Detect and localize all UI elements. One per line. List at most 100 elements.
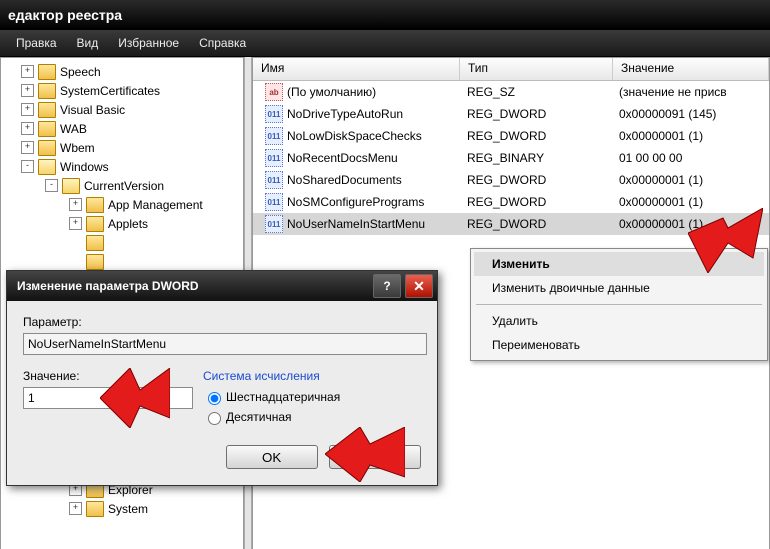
value-data: 0x00000001 (1): [611, 195, 769, 209]
folder-icon: [38, 140, 56, 156]
value-type: REG_DWORD: [459, 217, 611, 231]
tree-item[interactable]: [1, 252, 243, 271]
folder-icon: [86, 501, 104, 517]
tree-item[interactable]: - Windows: [1, 157, 243, 176]
tree-item[interactable]: [1, 233, 243, 252]
expand-icon[interactable]: +: [21, 84, 34, 97]
tree-item[interactable]: +SystemCertificates: [1, 81, 243, 100]
list-row[interactable]: 011NoDriveTypeAutoRunREG_DWORD0x00000091…: [253, 103, 769, 125]
tree-label: CurrentVersion: [84, 179, 164, 193]
value-name: NoSMConfigurePrograms: [287, 195, 424, 209]
expand-icon[interactable]: -: [45, 179, 58, 192]
value-name: (По умолчанию): [287, 85, 376, 99]
binary-value-icon: 011: [265, 127, 283, 145]
folder-icon: [62, 178, 80, 194]
tree-item[interactable]: +WAB: [1, 119, 243, 138]
folder-icon: [38, 121, 56, 137]
binary-value-icon: 011: [265, 171, 283, 189]
folder-icon: [38, 102, 56, 118]
menu-edit[interactable]: Правка: [6, 32, 67, 54]
dialog-title: Изменение параметра DWORD: [17, 279, 199, 293]
value-type: REG_BINARY: [459, 151, 611, 165]
context-menu: Изменить Изменить двоичные данные Удалит…: [470, 248, 768, 361]
tree-item[interactable]: +App Management: [1, 195, 243, 214]
ctx-modify-binary[interactable]: Изменить двоичные данные: [474, 276, 764, 300]
menu-view[interactable]: Вид: [67, 32, 109, 54]
edit-dword-dialog: Изменение параметра DWORD ? ✕ Параметр: …: [6, 270, 438, 486]
value-input[interactable]: 1: [23, 387, 193, 409]
ctx-modify[interactable]: Изменить: [474, 252, 764, 276]
binary-value-icon: 011: [265, 193, 283, 211]
window-titlebar: едактор реестра: [0, 0, 770, 30]
string-value-icon: ab: [265, 83, 283, 101]
menu-favorites[interactable]: Избранное: [108, 32, 189, 54]
tree-item[interactable]: + Wbem: [1, 138, 243, 157]
radix-hex-radio[interactable]: [208, 392, 221, 405]
folder-icon: [86, 235, 104, 251]
folder-icon: [38, 64, 56, 80]
tree-item[interactable]: + Visual Basic: [1, 100, 243, 119]
list-row[interactable]: 011NoUserNameInStartMenuREG_DWORD0x00000…: [253, 213, 769, 235]
ctx-separator: [476, 304, 762, 305]
value-type: REG_DWORD: [459, 129, 611, 143]
list-row[interactable]: 011 NoSMConfigurePrograms REG_DWORD0x00000…: [253, 191, 769, 213]
tree-item[interactable]: - CurrentVersion: [1, 176, 243, 195]
tree-label: Windows: [60, 160, 109, 174]
folder-icon: [38, 83, 56, 99]
help-button[interactable]: ?: [373, 274, 401, 298]
ctx-rename[interactable]: Переименовать: [474, 333, 764, 357]
binary-value-icon: 011: [265, 215, 283, 233]
folder-icon: [38, 159, 56, 175]
col-name[interactable]: Имя: [253, 58, 460, 80]
list-row[interactable]: 011NoSharedDocumentsREG_DWORD0x00000001 …: [253, 169, 769, 191]
binary-value-icon: 011: [265, 105, 283, 123]
list-row[interactable]: ab (По умолчанию) REG_SZ(значение не присв: [253, 81, 769, 103]
value-name: NoSharedDocuments: [287, 173, 402, 187]
list-row[interactable]: 011 NoLowDiskSpaceChecks REG_DWORD0x000000…: [253, 125, 769, 147]
close-button[interactable]: ✕: [405, 274, 433, 298]
folder-icon: [86, 197, 104, 213]
value-name: NoDriveTypeAutoRun: [287, 107, 403, 121]
expand-icon[interactable]: +: [21, 141, 34, 154]
param-label: Параметр:: [23, 315, 421, 329]
value-data: 0x00000001 (1): [611, 129, 769, 143]
tree-label: System: [108, 502, 148, 516]
tree-label: Applets: [108, 217, 148, 231]
value-data: 0x00000001 (1): [611, 173, 769, 187]
value-data: (значение не присв: [611, 85, 769, 99]
dialog-titlebar[interactable]: Изменение параметра DWORD ? ✕: [7, 271, 437, 301]
ok-button[interactable]: OK: [226, 445, 318, 469]
ctx-delete[interactable]: Удалить: [474, 309, 764, 333]
value-data: 01 00 00 00: [611, 151, 769, 165]
tree-label: Speech: [60, 65, 101, 79]
tree-item[interactable]: + Speech: [1, 62, 243, 81]
col-type[interactable]: Тип: [460, 58, 613, 80]
value-type: REG_DWORD: [459, 195, 611, 209]
expand-icon[interactable]: +: [21, 65, 34, 78]
folder-icon: [86, 254, 104, 270]
expand-icon[interactable]: +: [21, 103, 34, 116]
tree-item[interactable]: + System: [1, 499, 243, 518]
tree-label: Visual Basic: [60, 103, 125, 117]
cancel-button[interactable]: Отмена: [329, 445, 421, 469]
value-name: NoLowDiskSpaceChecks: [287, 129, 422, 143]
expand-icon[interactable]: +: [69, 217, 82, 230]
expand-icon[interactable]: +: [69, 502, 82, 515]
value-name: NoUserNameInStartMenu: [287, 217, 425, 231]
value-name: NoRecentDocsMenu: [287, 151, 398, 165]
expand-icon[interactable]: +: [69, 198, 82, 211]
expand-icon[interactable]: -: [21, 160, 34, 173]
menu-help[interactable]: Справка: [189, 32, 256, 54]
value-type: REG_SZ: [459, 85, 611, 99]
binary-value-icon: 011: [265, 149, 283, 167]
value-data: 0x00000091 (145): [611, 107, 769, 121]
radix-hex[interactable]: Шестнадцатеричная: [203, 389, 340, 405]
radix-dec[interactable]: Десятичная: [203, 409, 340, 425]
tree-label: Wbem: [60, 141, 95, 155]
param-field: NoUserNameInStartMenu: [23, 333, 427, 355]
list-row[interactable]: 011 NoRecentDocsMenu REG_BINARY01 00 00 00: [253, 147, 769, 169]
radix-dec-radio[interactable]: [208, 412, 221, 425]
expand-icon[interactable]: +: [21, 122, 34, 135]
col-value[interactable]: Значение: [613, 58, 769, 80]
tree-item[interactable]: + Applets: [1, 214, 243, 233]
